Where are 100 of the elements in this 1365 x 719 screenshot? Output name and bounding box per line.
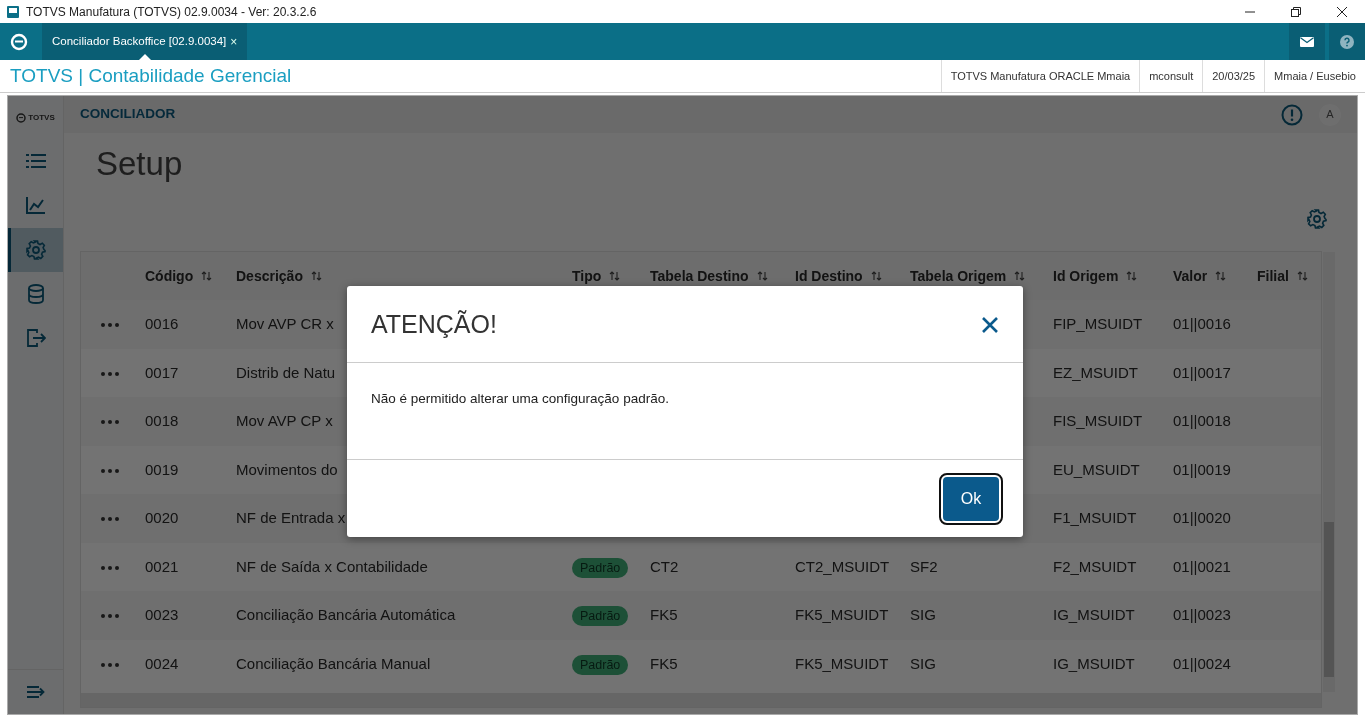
table-cell: NF de Entrada x (236, 509, 346, 526)
table-cell: IG_MSUIDT (1053, 654, 1135, 672)
tab-indicator (138, 54, 151, 60)
settings-icon[interactable] (1307, 209, 1327, 229)
table-cell: F1_MSUIDT (1053, 509, 1137, 526)
logo-icon (16, 113, 27, 123)
table-cell: 0018 (145, 412, 179, 429)
sort-icon[interactable] (1296, 271, 1308, 281)
column-header[interactable]: Descrição (236, 265, 303, 287)
table-cell: 0020 (145, 509, 179, 526)
sort-icon[interactable] (1014, 271, 1026, 281)
table-cell: FK5_MSUIDT (795, 654, 889, 672)
table-cell: 01||0024 (1173, 654, 1231, 672)
app-tab[interactable]: Conciliador Backoffice [02.9.0034] × (42, 23, 248, 60)
table-cell: FIS_MSUIDT (1053, 412, 1143, 429)
chart-icon (25, 196, 46, 216)
table-cell: 0023 (145, 606, 179, 623)
table-cell: SIG (910, 654, 936, 672)
database-icon (25, 284, 46, 304)
table-cell: 01||0017 (1173, 363, 1231, 381)
table-cell: 01||0020 (1173, 509, 1231, 526)
table-cell: FIP_MSUIDT (1053, 315, 1143, 332)
table-cell: 0017 (145, 363, 179, 381)
more-icon[interactable] (101, 468, 119, 473)
mail-button[interactable] (1289, 23, 1325, 60)
table-cell: Conciliação Bancária Automática (236, 606, 456, 623)
column-header[interactable]: Filial (1257, 265, 1289, 287)
sort-icon[interactable] (201, 271, 213, 281)
table-cell: 01||0018 (1173, 412, 1231, 429)
close-icon (1337, 6, 1347, 17)
collapse-icon (26, 685, 45, 699)
table-cell: 0016 (145, 315, 179, 332)
sort-icon[interactable] (870, 271, 882, 281)
logo-text: TOTVS (28, 112, 55, 124)
table-cell: SF2 (910, 557, 938, 575)
settings-icon (25, 240, 46, 260)
table-cell: FK5 (650, 654, 678, 672)
header-info: 20/03/25 (1202, 60, 1265, 92)
more-icon[interactable] (101, 420, 119, 425)
table-cell: 0024 (145, 654, 179, 672)
table-cell: IG_MSUIDT (1053, 606, 1135, 623)
more-icon[interactable] (101, 565, 119, 570)
sort-icon[interactable] (1126, 271, 1138, 281)
ok-button[interactable]: Ok (941, 474, 1001, 523)
window-title: TOTVS Manufatura (TOTVS) 02.9.0034 - Ver: 20.3.2.6 (26, 3, 317, 21)
table-cell: NF de Saída x Contabilidade (236, 557, 428, 575)
header-info: Mmaia / Eusebio (1264, 60, 1365, 92)
table-cell: 0021 (145, 557, 179, 575)
table-cell: F2_MSUIDT (1053, 557, 1137, 575)
app-title: TOTVS | Contabilidade Gerencial (9, 63, 292, 88)
sort-icon[interactable] (609, 271, 621, 281)
table-cell: 01||0023 (1173, 606, 1231, 623)
column-header[interactable]: Tipo (572, 265, 602, 287)
table-cell: 01||0016 (1173, 315, 1231, 332)
column-header[interactable]: Tabela Origem (910, 265, 1007, 287)
table-cell: CT2 (650, 557, 679, 575)
dialog-title: ATENÇÃO! (371, 309, 497, 339)
logo-icon[interactable] (10, 32, 28, 51)
vertical-scrollbar[interactable] (1323, 252, 1335, 692)
sort-icon[interactable] (1215, 271, 1227, 281)
table-cell: EU_MSUIDT (1053, 460, 1140, 478)
table-cell: FK5_MSUIDT (795, 606, 889, 623)
table-cell: 01||0019 (1173, 460, 1231, 478)
column-header[interactable]: Id Destino (795, 265, 863, 287)
breadcrumb: CONCILIADOR (80, 105, 176, 124)
page-title: Setup (95, 144, 184, 184)
more-icon[interactable] (101, 662, 119, 667)
dialog-message: Não é permitido alterar uma configuração padrão. (347, 363, 1023, 460)
more-icon[interactable] (101, 614, 119, 619)
header-info: TOTVS Manufatura ORACLE Mmaia (940, 60, 1140, 92)
help-icon (1340, 34, 1354, 49)
app-icon (6, 4, 20, 19)
table-cell: Conciliação Bancária Manual (236, 654, 431, 672)
column-header[interactable]: Valor (1173, 265, 1208, 287)
more-icon[interactable] (101, 323, 119, 328)
sort-icon[interactable] (310, 271, 322, 281)
alert-icon[interactable] (1281, 103, 1303, 126)
table-cell: Movimentos do (236, 460, 338, 478)
tab-close-button[interactable]: × (230, 32, 238, 51)
table-cell: SIG (910, 606, 936, 623)
table-cell: FK5 (650, 606, 678, 623)
more-icon[interactable] (101, 371, 119, 376)
more-icon[interactable] (101, 517, 119, 522)
column-header[interactable]: Tabela Destino (650, 265, 749, 287)
avatar[interactable]: A (1319, 103, 1341, 126)
column-header[interactable]: Código (145, 265, 194, 287)
table-cell: Mov AVP CR x (236, 315, 334, 332)
table-cell: CT2_MSUIDT (795, 557, 890, 575)
help-button[interactable] (1329, 23, 1365, 60)
mail-icon (1300, 36, 1314, 47)
sidebar-item[interactable] (8, 228, 63, 272)
close-icon (981, 315, 999, 334)
restore-icon (1291, 6, 1301, 17)
table-cell: 01||0021 (1173, 557, 1231, 575)
table-cell: Mov AVP CP x (236, 412, 333, 429)
column-header[interactable]: Id Origem (1053, 265, 1119, 287)
header-info: mconsult (1139, 60, 1203, 92)
table-cell: EZ_MSUIDT (1053, 363, 1138, 381)
table-cell: Distrib de Natu (236, 363, 336, 381)
sort-icon[interactable] (756, 271, 768, 281)
